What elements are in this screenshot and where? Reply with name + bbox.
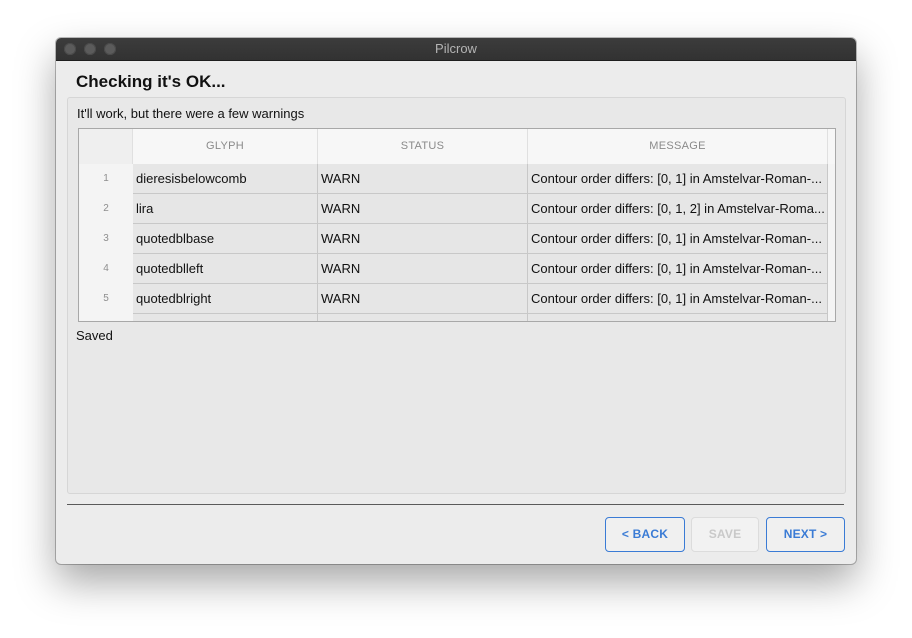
status-cell[interactable] [318, 314, 528, 321]
message-cell[interactable]: Contour order differs: [0, 1] in Amstelv… [528, 164, 828, 194]
message-cell[interactable]: Contour order differs: [0, 1, 2] in Amst… [528, 194, 828, 224]
row-number: 5 [79, 284, 133, 314]
back-button[interactable]: < BACK [605, 517, 685, 552]
column-header-glyph[interactable]: GLYPH [133, 129, 318, 164]
status-cell[interactable]: WARN [318, 284, 528, 314]
row-number: 1 [79, 164, 133, 194]
table-scrollbar[interactable] [828, 164, 835, 321]
table-row-partial[interactable] [79, 314, 828, 321]
table-corner-header[interactable] [79, 129, 133, 164]
row-number [79, 314, 133, 321]
save-button[interactable]: SAVE [691, 517, 759, 552]
table-header: GLYPH STATUS MESSAGE [79, 129, 835, 165]
results-table: GLYPH STATUS MESSAGE 1 dieresisbelowcomb… [78, 128, 836, 322]
status-cell[interactable]: WARN [318, 194, 528, 224]
title-bar: Pilcrow [56, 38, 856, 61]
row-number: 4 [79, 254, 133, 284]
next-button[interactable]: NEXT > [766, 517, 845, 552]
app-window: Pilcrow Checking it's OK... It'll work, … [56, 38, 856, 564]
glyph-cell[interactable] [133, 314, 318, 321]
glyph-cell[interactable]: dieresisbelowcomb [133, 164, 318, 194]
glyph-cell[interactable]: quotedblright [133, 284, 318, 314]
footer-divider [67, 504, 844, 505]
table-row[interactable]: 1 dieresisbelowcomb WARN Contour order d… [79, 164, 828, 194]
glyph-cell[interactable]: quotedblbase [133, 224, 318, 254]
column-header-status[interactable]: STATUS [318, 129, 528, 164]
status-cell[interactable]: WARN [318, 254, 528, 284]
results-panel: It'll work, but there were a few warning… [67, 97, 846, 494]
status-cell[interactable]: WARN [318, 164, 528, 194]
window-title: Pilcrow [435, 41, 477, 56]
row-number: 2 [79, 194, 133, 224]
page-subtitle: It'll work, but there were a few warning… [77, 106, 305, 121]
table-row[interactable]: 2 lira WARN Contour order differs: [0, 1… [79, 194, 828, 224]
column-header-message[interactable]: MESSAGE [528, 129, 828, 164]
message-cell[interactable]: Contour order differs: [0, 1] in Amstelv… [528, 284, 828, 314]
save-status: Saved [76, 328, 113, 343]
glyph-cell[interactable]: quotedblleft [133, 254, 318, 284]
table-row[interactable]: 4 quotedblleft WARN Contour order differ… [79, 254, 828, 284]
status-cell[interactable]: WARN [318, 224, 528, 254]
message-cell[interactable] [528, 314, 828, 321]
row-number: 3 [79, 224, 133, 254]
message-cell[interactable]: Contour order differs: [0, 1] in Amstelv… [528, 254, 828, 284]
message-cell[interactable]: Contour order differs: [0, 1] in Amstelv… [528, 224, 828, 254]
table-row[interactable]: 3 quotedblbase WARN Contour order differ… [79, 224, 828, 254]
page-title: Checking it's OK... [76, 72, 226, 91]
glyph-cell[interactable]: lira [133, 194, 318, 224]
table-row[interactable]: 5 quotedblright WARN Contour order diffe… [79, 284, 828, 314]
